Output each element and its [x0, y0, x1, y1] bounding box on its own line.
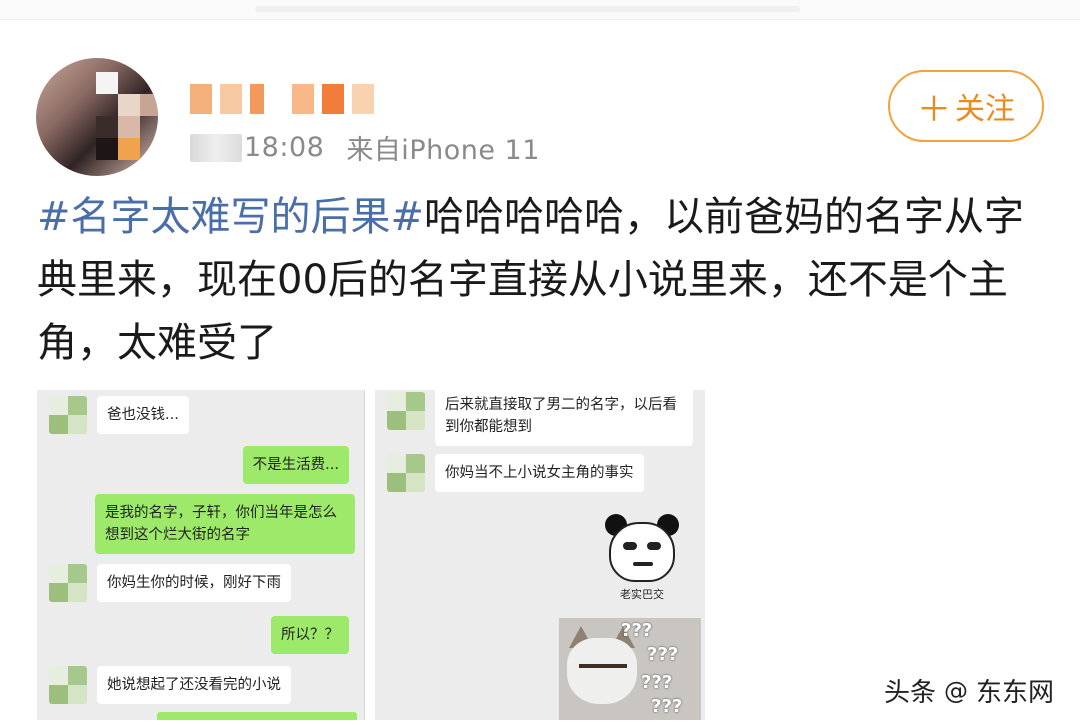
question-marks: ??? — [641, 672, 673, 693]
panda-sticker: 老实巴交 — [603, 508, 681, 601]
top-divider — [0, 0, 1080, 20]
avatar[interactable] — [36, 58, 158, 176]
chat-message: 她说想起了还没看完的小说 — [49, 666, 291, 704]
chat-bubble: 是我的名字，子轩，你们当年是怎么想到这个烂大街的名字 — [95, 494, 355, 554]
post-text: #名字太难写的后果#哈哈哈哈哈，以前爸妈的名字从字典里来，现在00后的名字直接从… — [37, 186, 1047, 375]
mosaic-block — [292, 84, 314, 114]
mosaic-block — [96, 72, 118, 94]
cat-eyes — [579, 664, 627, 670]
mosaic-block — [220, 84, 242, 114]
chat-bubble: 所以？？ — [271, 616, 349, 654]
chat-message: 所以？？ — [271, 616, 355, 654]
chat-message: 你妈生你的时候，刚好下雨 — [49, 564, 291, 602]
chat-bubble: 后来就直接取了男二的名字，以后看到你都能想到 — [435, 390, 693, 446]
cat-head — [567, 638, 637, 704]
mosaic-gap — [272, 84, 284, 114]
post-images: 爸也没钱... 不是生活费... 是我的名字，子轩，你们当年是怎么想到这个烂大街… — [37, 390, 705, 720]
chat-bubble: 爸也没钱... — [97, 396, 189, 434]
watermark-at: @ — [944, 676, 969, 705]
chat-bubble: 你妈生你的时候，刚好下雨 — [97, 564, 291, 602]
chat-avatar — [49, 564, 87, 602]
mosaic-block — [96, 116, 118, 138]
chat-message: 后来就直接取了男二的名字，以后看到你都能想到 — [387, 390, 693, 446]
hashtag-link[interactable]: #名字太难写的后果# — [37, 194, 424, 240]
sticker-caption: 老实巴交 — [620, 588, 664, 601]
chat-message: 爸也没钱... — [49, 396, 189, 434]
chat-message: 不是生活费... — [242, 446, 355, 484]
panda-eye — [623, 542, 637, 550]
mosaic-block — [118, 94, 140, 116]
mosaic-block — [118, 116, 140, 138]
image-divider — [364, 390, 365, 720]
post-meta: 18:08 来自iPhone 11 — [190, 128, 540, 167]
blurred-date — [190, 133, 242, 162]
chat-avatar — [49, 396, 87, 434]
mosaic-block — [352, 84, 374, 114]
plus-icon: ＋ — [917, 89, 951, 130]
cat-sticker: ??? ??? ??? ??? — [559, 618, 701, 720]
chat-bubble: 你妈当不上小说女主角的事实 — [435, 454, 644, 492]
panda-face — [609, 522, 675, 582]
post-time: 18:08 — [244, 132, 325, 163]
chat-screenshot-2[interactable]: 后来就直接取了男二的名字，以后看到你都能想到 你妈当不上小说女主角的事实 老实巴… — [375, 390, 705, 720]
mosaic-block — [322, 84, 344, 114]
post-source: 来自iPhone 11 — [346, 135, 540, 166]
chat-avatar — [49, 666, 87, 704]
question-marks: ??? — [651, 696, 683, 717]
chat-bubble: 不是生活费... — [242, 446, 349, 484]
chat-message: 是我的名字，子轩，你们当年是怎么想到这个烂大街的名字 — [95, 494, 361, 554]
top-divider-bar — [255, 6, 800, 12]
watermark: 头条 @ 东东网 — [884, 672, 1054, 709]
panda-mouth — [633, 562, 653, 566]
mosaic-block — [140, 94, 158, 116]
mosaic-block — [118, 138, 140, 160]
mosaic-block — [190, 84, 212, 114]
chat-message: 你妈当不上小说女主角的事实 — [387, 454, 644, 492]
panda-eye — [647, 542, 661, 550]
question-marks: ??? — [647, 644, 679, 665]
chat-screenshot-1[interactable]: 爸也没钱... 不是生活费... 是我的名字，子轩，你们当年是怎么想到这个烂大街… — [37, 390, 365, 720]
follow-label: 关注 — [955, 92, 1015, 127]
username-mosaic[interactable] — [190, 84, 374, 116]
chat-bubble: 她说想起了还没看完的小说 — [97, 666, 291, 704]
mosaic-block — [96, 138, 118, 160]
watermark-account: 东东网 — [976, 678, 1055, 708]
mosaic-block — [250, 84, 264, 114]
chat-avatar — [387, 392, 425, 430]
watermark-platform: 头条 — [884, 678, 937, 708]
chat-bubble-partial — [157, 712, 357, 720]
follow-button[interactable]: ＋ 关注 — [888, 70, 1044, 142]
chat-avatar — [387, 454, 425, 492]
question-marks: ??? — [621, 620, 653, 641]
